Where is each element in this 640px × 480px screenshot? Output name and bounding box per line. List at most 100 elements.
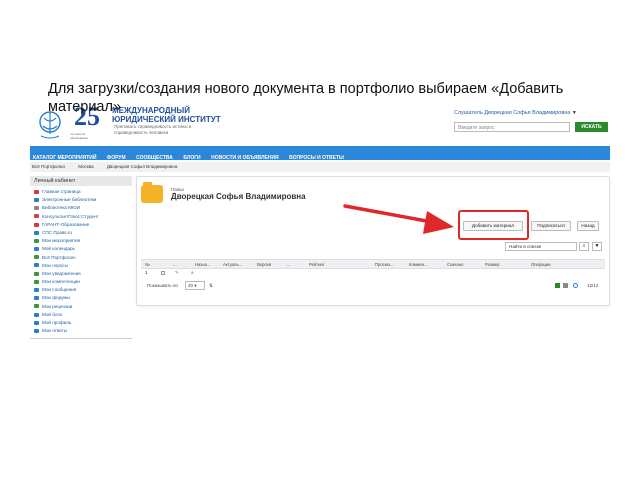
- sidebar-item-icon: [34, 214, 39, 219]
- excel-icon[interactable]: [555, 283, 560, 288]
- col-operations: Операции: [531, 262, 551, 267]
- sidebar-item-label: Мои рецензии: [42, 303, 73, 309]
- sidebar-item-label: Мои сообщения: [42, 287, 77, 293]
- breadcrumb-owner: Дворецкая Софья Владимировна: [106, 164, 178, 169]
- find-in-list-input[interactable]: Найти в списке: [505, 242, 577, 251]
- back-button[interactable]: Назад: [577, 221, 599, 231]
- sidebar-item-label: СПС Право.ru: [42, 229, 72, 235]
- col-extra[interactable]: ...: [173, 262, 177, 267]
- sidebar-item[interactable]: Мои ответы: [30, 328, 132, 336]
- records-count: 12/12: [587, 283, 599, 288]
- sidebar-item[interactable]: Мои форумы: [30, 295, 132, 303]
- sidebar-item[interactable]: Электронные библиотеки: [30, 197, 132, 205]
- col-purpose[interactable]: Назна...: [195, 262, 210, 267]
- portal-screenshot: 25 лет вместе образования МЕЖДУНАРОДНЫЙ …: [30, 100, 610, 360]
- row-checkbox[interactable]: [161, 271, 165, 275]
- breadcrumb-city[interactable]: Москва: [78, 164, 93, 169]
- sidebar: Личный кабинет Главная страница Электронн…: [30, 176, 132, 356]
- sidebar-item-icon: [34, 197, 39, 202]
- folder-icon: [141, 182, 163, 203]
- sidebar-item-icon: [34, 304, 39, 309]
- sidebar-title: Личный кабинет: [30, 176, 132, 186]
- swap-icon[interactable]: ⇅: [209, 283, 213, 289]
- print-icon[interactable]: [563, 283, 568, 288]
- sidebar-item-icon: [34, 271, 39, 276]
- sidebar-item[interactable]: Главная страница: [30, 189, 132, 197]
- search-button[interactable]: ИСКАТЬ: [575, 122, 608, 132]
- search-input[interactable]: Введите запрос: [454, 122, 570, 132]
- sidebar-item[interactable]: Мой календарь: [30, 246, 132, 254]
- col-rating[interactable]: Рейтинг: [309, 262, 324, 267]
- col-number[interactable]: №: [145, 262, 150, 267]
- sidebar-item-label: Мои ответы: [42, 328, 68, 334]
- sidebar-item-label: Главная страница: [42, 189, 81, 194]
- sidebar-item-label: Мои форумы: [42, 295, 70, 301]
- breadcrumb: Всё Портфолио Москва Дворецкая Софья Вла…: [30, 162, 610, 172]
- sidebar-list: Главная страница Электронные библиотеки Би…: [30, 186, 132, 336]
- sidebar-item-icon: [34, 247, 39, 252]
- sidebar-item-icon: [34, 222, 39, 227]
- sidebar-item-icon: [34, 255, 39, 260]
- sidebar-item-label: Электронные библиотеки: [42, 197, 97, 203]
- per-page-select[interactable]: 20 ▾: [185, 281, 205, 290]
- subscribe-button[interactable]: Подписаться: [531, 221, 571, 231]
- table-header: № ... Назна... Актуаль... Версия ... Рей…: [141, 259, 605, 269]
- col-views[interactable]: Просмо...: [375, 262, 393, 267]
- sidebar-item-label: КонсультантПлюс:Студент: [42, 213, 99, 219]
- row-edit-icon[interactable]: ✎: [175, 270, 179, 276]
- sidebar-item-icon: [34, 320, 39, 325]
- sidebar-item-icon: [34, 189, 39, 194]
- portfolio-panel: Папка Дворецкая Софья Владимировна Добав…: [136, 176, 610, 306]
- sidebar-item[interactable]: Библиотека МЮИ: [30, 205, 132, 213]
- sidebar-item-icon: [34, 279, 39, 284]
- sidebar-item-icon: [34, 206, 39, 211]
- col-more[interactable]: ...: [287, 262, 291, 267]
- sidebar-item-label: Мои опросы: [42, 262, 69, 268]
- col-comments[interactable]: Коммен...: [409, 262, 428, 267]
- per-page-value: 20: [188, 283, 194, 288]
- sidebar-item-label: Мои компетенции: [42, 279, 80, 285]
- row-link[interactable]: a: [191, 270, 194, 275]
- filter-icon[interactable]: ▼: [592, 242, 602, 251]
- sidebar-item[interactable]: Мой профиль: [30, 320, 132, 328]
- sidebar-item-icon: [34, 296, 39, 301]
- refresh-icon[interactable]: [573, 283, 578, 288]
- breadcrumb-portfolio[interactable]: Всё Портфолио: [32, 164, 65, 169]
- col-size[interactable]: Размер: [485, 262, 499, 267]
- per-page-label: Показывать по: [147, 283, 178, 288]
- sidebar-item-label: Мой календарь: [42, 246, 75, 252]
- sidebar-item-label: Мои уведомления: [42, 270, 81, 276]
- sidebar-item[interactable]: Мой блок: [30, 312, 132, 320]
- sidebar-item[interactable]: Всё Портфолио: [30, 255, 132, 263]
- col-downloads[interactable]: Скачано: [447, 262, 463, 267]
- sidebar-item-label: Мой блок: [42, 311, 62, 317]
- institute-subtitle: Преповать справедливость истины в справе…: [114, 124, 192, 135]
- add-material-highlight: [458, 210, 529, 240]
- sidebar-divider: [30, 338, 132, 340]
- sidebar-item-label: Библиотека МЮИ: [42, 205, 81, 211]
- sidebar-item[interactable]: Мои компетенции: [30, 279, 132, 287]
- col-version[interactable]: Версия: [257, 262, 271, 267]
- logo-slogan: лет вместе образования: [70, 132, 88, 140]
- sidebar-item[interactable]: ГАРАНТ-Образование: [30, 222, 132, 230]
- sidebar-item-label: Мои мероприятия: [42, 238, 81, 244]
- sidebar-item[interactable]: Мои сообщения: [30, 287, 132, 295]
- sidebar-item-icon: [34, 312, 39, 317]
- sidebar-item-label: ГАРАНТ-Образование: [42, 221, 90, 227]
- sidebar-item[interactable]: СПС Право.ru: [30, 230, 132, 238]
- portfolio-owner: Дворецкая Софья Владимировна: [171, 192, 306, 201]
- sidebar-item-icon: [34, 263, 39, 268]
- sidebar-item[interactable]: Мои рецензии: [30, 304, 132, 312]
- sidebar-item-label: Мой профиль: [42, 320, 72, 325]
- sidebar-item-icon: [34, 288, 39, 293]
- sidebar-item-icon: [34, 230, 39, 235]
- sidebar-item[interactable]: КонсультантПлюс:Студент: [30, 214, 132, 222]
- sidebar-item-icon: [34, 238, 39, 243]
- col-actual[interactable]: Актуаль...: [223, 262, 242, 267]
- sidebar-item-icon: [34, 328, 39, 333]
- table-row[interactable]: 1 ✎ a: [141, 269, 605, 277]
- sidebar-item[interactable]: Мои уведомления: [30, 271, 132, 279]
- row-number: 1: [145, 270, 148, 275]
- sidebar-item[interactable]: Мои опросы: [30, 263, 132, 271]
- search-icon[interactable]: ⌕: [579, 242, 589, 251]
